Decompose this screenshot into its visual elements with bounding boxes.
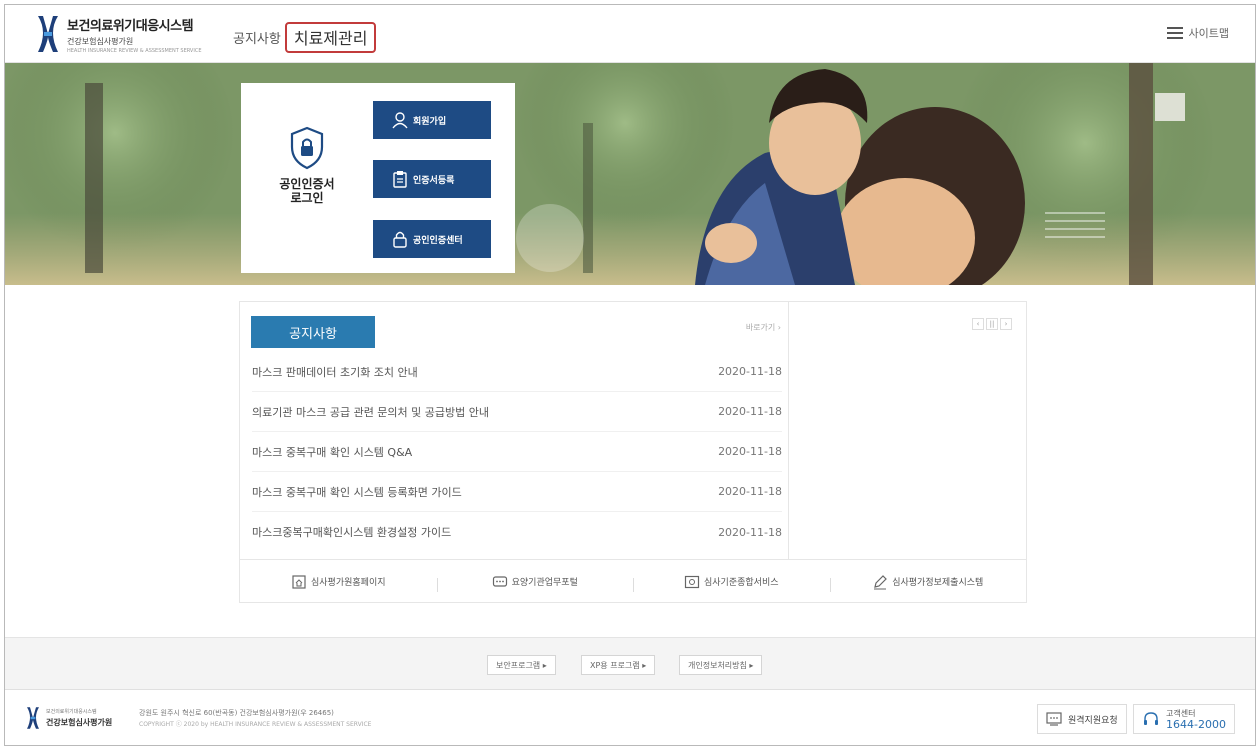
quick-link-provider-portal[interactable]: 요양기관업무포털 <box>436 574 634 592</box>
shield-lock-icon <box>290 126 324 170</box>
certificate-center-label: 공인인증센터 <box>413 235 463 246</box>
footer-links-bar: 보안프로그램 ▸ XP용 프로그램 ▸ 개인정보처리방침 ▸ <box>5 637 1255 689</box>
notice-item-title: 의료기관 마스크 공급 관련 문의처 및 공급방법 안내 <box>252 405 489 419</box>
clipboard-icon <box>387 170 413 188</box>
quick-link-label: 심사기준종합서비스 <box>703 578 779 588</box>
quick-link-review-criteria[interactable]: 심사기준종합서비스 <box>633 574 830 592</box>
quick-links-bar: 심사평가원홈페이지 요양기관업무포털 심사기준종합서비스 심사평가정보제출시스템 <box>240 559 1026 603</box>
register-certificate-button[interactable]: 인증서등록 <box>373 160 491 198</box>
notice-item[interactable]: 마스크 중복구매 확인 시스템 Q&A 2020-11-18 <box>252 432 782 472</box>
nav-treatment-management[interactable]: 치료제관리 <box>284 22 377 53</box>
notice-more-link[interactable]: 바로가기 › <box>746 322 781 333</box>
sitemap-button[interactable]: 사이트맵 <box>1166 25 1229 41</box>
chromosome-logo-icon <box>27 707 39 729</box>
sitemap-label: 사이트맵 <box>1188 27 1229 40</box>
screen-icon <box>684 574 700 590</box>
notice-item-title: 마스크중복구매확인시스템 환경설정 가이드 <box>252 526 452 539</box>
notice-item-date: 2020-11-18 <box>718 445 782 458</box>
logo-tagline: HEALTH INSURANCE REVIEW & ASSESSMENT SER… <box>67 47 202 54</box>
login-title-line1: 공인인증서 <box>279 177 335 191</box>
notice-item-date: 2020-11-18 <box>718 405 782 418</box>
user-icon <box>387 111 413 129</box>
pager-prev-button[interactable]: ‹ <box>972 318 984 330</box>
footer-address: 강원도 원주시 혁신로 60(반곡동) 건강보험심사평가원(우 26465) <box>139 709 334 717</box>
logo-subtitle: 건강보험심사평가원 <box>67 36 134 46</box>
quick-link-label: 심사평가원홈페이지 <box>310 578 386 588</box>
pager-next-button[interactable]: › <box>1000 318 1012 330</box>
register-certificate-label: 인증서등록 <box>413 175 455 186</box>
certificate-login-heading: 공인인증서 로그인 <box>261 125 353 205</box>
customer-center-box: 고객센터 1644-2000 <box>1133 704 1235 734</box>
nav-notice[interactable]: 공지사항 <box>233 28 281 47</box>
pager-pause-button[interactable]: || <box>986 318 998 330</box>
logo-title: 보건의료위기대응시스템 <box>67 18 194 34</box>
quick-link-info-submission[interactable]: 심사평가정보제출시스템 <box>829 574 1027 592</box>
quick-link-label: 심사평가정보제출시스템 <box>892 578 984 588</box>
hero-banner: 공인인증서 로그인 회원가입 인증서등록 공인인증센터 <box>5 63 1255 285</box>
pen-icon <box>872 574 888 590</box>
notice-item[interactable]: 마스크 판매데이터 초기화 조치 안내 2020-11-18 <box>252 352 782 392</box>
notice-item-title: 마스크 중복구매 확인 시스템 Q&A <box>252 445 413 459</box>
notice-item-date: 2020-11-18 <box>718 525 782 539</box>
chat-icon <box>492 574 508 590</box>
quick-link-hira-homepage[interactable]: 심사평가원홈페이지 <box>240 574 437 590</box>
xp-program-link[interactable]: XP용 프로그램 ▸ <box>581 655 656 675</box>
remote-support-button[interactable]: 원격지원요청 <box>1037 704 1127 734</box>
notice-item-title: 마스크 판매데이터 초기화 조치 안내 <box>252 365 418 379</box>
hamburger-menu-icon <box>1166 27 1183 39</box>
login-title-line2: 로그인 <box>290 191 324 205</box>
site-logo[interactable]: 보건의료위기대응시스템 건강보험심사평가원 HEALTH INSURANCE R… <box>35 14 201 54</box>
notice-item-date: 2020-11-18 <box>718 365 782 378</box>
security-program-link[interactable]: 보안프로그램 ▸ <box>487 655 556 675</box>
page-frame: 보건의료위기대응시스템 건강보험심사평가원 HEALTH INSURANCE R… <box>4 4 1256 746</box>
footer-logo: 보건의료위기대응시스템 건강보험심사평가원 <box>25 706 112 730</box>
notice-item[interactable]: 마스크 중복구매 확인 시스템 등록화면 가이드 2020-11-18 <box>252 472 782 512</box>
main-nav: 공지사항 치료제관리 <box>233 22 377 53</box>
notice-item-date: 2020-11-18 <box>718 485 782 498</box>
notice-heading[interactable]: 공지사항 <box>251 316 375 348</box>
footer-copyright: COPYRIGHT ⓒ 2020 by HEALTH INSURANCE REV… <box>139 721 372 728</box>
home-doc-icon <box>291 574 307 590</box>
certificate-center-button[interactable]: 공인인증센터 <box>373 220 491 258</box>
quick-link-label: 요양기관업무포털 <box>511 578 578 588</box>
notice-item[interactable]: 마스크중복구매확인시스템 환경설정 가이드 2020-11-18 <box>252 512 782 552</box>
certificate-login-panel: 공인인증서 로그인 회원가입 인증서등록 공인인증센터 <box>241 83 515 273</box>
privacy-policy-link[interactable]: 개인정보처리방침 ▸ <box>679 655 763 675</box>
chromosome-logo-icon <box>38 16 58 52</box>
notice-item[interactable]: 의료기관 마스크 공급 관련 문의처 및 공급방법 안내 2020-11-18 <box>252 392 782 432</box>
notice-item-title: 마스크 중복구매 확인 시스템 등록화면 가이드 <box>252 485 462 499</box>
header: 보건의료위기대응시스템 건강보험심사평가원 HEALTH INSURANCE R… <box>5 5 1255 63</box>
signup-label: 회원가입 <box>413 116 447 127</box>
footer-logo-line1: 보건의료위기대응시스템 <box>46 709 97 715</box>
footer-logo-line2: 건강보험심사평가원 <box>46 718 113 727</box>
headset-icon <box>1142 710 1160 728</box>
remote-support-icon <box>1046 712 1062 726</box>
lock-icon <box>387 230 413 248</box>
footer-address-block: 강원도 원주시 혁신로 60(반곡동) 건강보험심사평가원(우 26465) C… <box>139 707 371 731</box>
customer-center-phone: 1644-2000 <box>1166 718 1226 731</box>
notice-list: 공지사항 바로가기 › 마스크 판매데이터 초기화 조치 안내 2020-11-… <box>240 302 789 559</box>
hero-photo <box>5 63 1255 285</box>
footer: 보건의료위기대응시스템 건강보험심사평가원 강원도 원주시 혁신로 60(반곡동… <box>5 689 1255 745</box>
notice-card: 공지사항 바로가기 › 마스크 판매데이터 초기화 조치 안내 2020-11-… <box>239 301 1027 603</box>
remote-support-label: 원격지원요청 <box>1068 715 1118 726</box>
banner-pager: ‹ || › <box>970 318 1012 330</box>
signup-button[interactable]: 회원가입 <box>373 101 491 139</box>
